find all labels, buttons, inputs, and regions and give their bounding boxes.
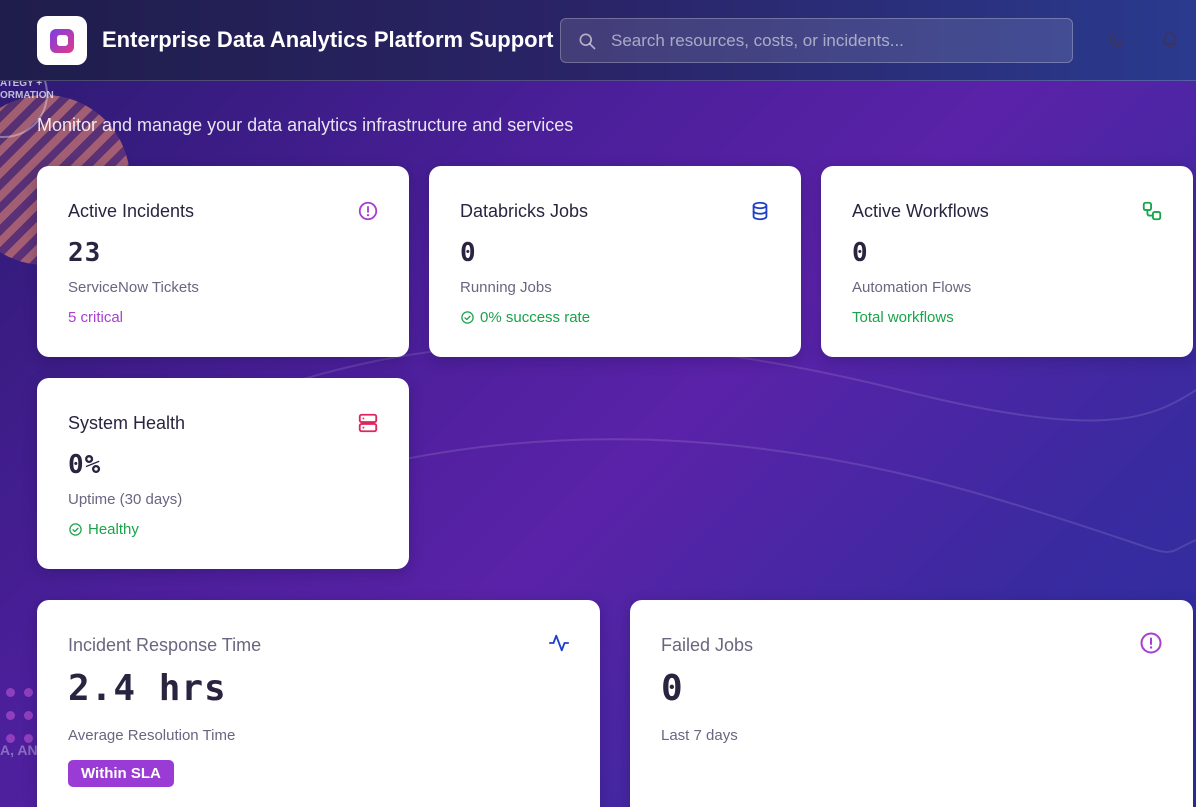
- card-note-text: Healthy: [88, 521, 139, 538]
- failed-jobs-card[interactable]: Failed Jobs 0 Last 7 days: [630, 600, 1193, 807]
- card-note: 5 critical: [68, 309, 123, 326]
- card-note-text: 0% success rate: [480, 309, 591, 326]
- server-icon: [358, 413, 378, 433]
- card-title: System Health: [68, 413, 186, 433]
- alert-circle-icon: [1140, 632, 1162, 654]
- card-label: Average Resolution Time: [68, 727, 236, 744]
- card-label: Uptime (30 days): [68, 491, 183, 508]
- activity-icon: [548, 634, 570, 652]
- card-value: 23: [68, 238, 102, 268]
- alert-circle-icon: [358, 201, 378, 221]
- sla-badge: Within SLA: [68, 760, 174, 787]
- logo-icon: [50, 28, 74, 53]
- incident-response-time-card[interactable]: Incident Response Time 2.4 hrs Average R…: [37, 600, 600, 807]
- card-label: Automation Flows: [852, 279, 972, 296]
- card-note-text: Total workflows: [852, 309, 954, 326]
- card-note: 0% success rate: [460, 309, 590, 326]
- database-icon: [752, 201, 768, 221]
- bell-icon[interactable]: [1160, 29, 1180, 49]
- card-value: 0: [661, 668, 684, 709]
- card-title: Databricks Jobs: [460, 201, 589, 221]
- card-note: Total workflows: [852, 309, 954, 326]
- card-title: Failed Jobs: [661, 635, 754, 655]
- card-label: Last 7 days: [661, 727, 738, 744]
- page-subtitle: Monitor and manage your data analytics i…: [37, 115, 574, 135]
- card-note: Healthy: [68, 521, 139, 538]
- card-label: ServiceNow Tickets: [68, 279, 199, 296]
- app-logo[interactable]: [37, 16, 87, 65]
- app-title: Enterprise Data Analytics Platform Suppo…: [102, 27, 554, 52]
- search-box[interactable]: [560, 18, 1073, 63]
- search-icon: [579, 33, 596, 50]
- workflow-icon: [1142, 201, 1162, 221]
- card-value: 0%: [68, 450, 102, 480]
- card-label: Running Jobs: [460, 279, 552, 296]
- check-circle-icon: [461, 311, 474, 324]
- card-value: 2.4 hrs: [68, 668, 227, 709]
- card-value: 0: [460, 238, 477, 268]
- card-value: 0: [852, 238, 869, 268]
- databricks-jobs-card[interactable]: Databricks Jobs 0 Running Jobs 0% succes…: [429, 166, 801, 357]
- decorative-ring-text: ATEGY + ORMATION: [0, 78, 54, 101]
- decorative-side-text: A, AN: [0, 742, 38, 758]
- card-note-text: 5 critical: [68, 309, 124, 326]
- card-title: Active Incidents: [68, 201, 195, 221]
- check-circle-icon: [69, 523, 82, 536]
- active-workflows-card[interactable]: Active Workflows 0 Automation Flows Tota…: [821, 166, 1193, 357]
- system-health-card[interactable]: System Health 0% Uptime (30 days) Health…: [37, 378, 409, 569]
- card-title: Incident Response Time: [68, 635, 262, 655]
- search-input[interactable]: [611, 19, 1061, 62]
- moon-icon[interactable]: [1106, 30, 1126, 50]
- card-title: Active Workflows: [852, 201, 989, 221]
- app-header: Enterprise Data Analytics Platform Suppo…: [0, 0, 1196, 81]
- active-incidents-card[interactable]: Active Incidents 23 ServiceNow Tickets 5…: [37, 166, 409, 357]
